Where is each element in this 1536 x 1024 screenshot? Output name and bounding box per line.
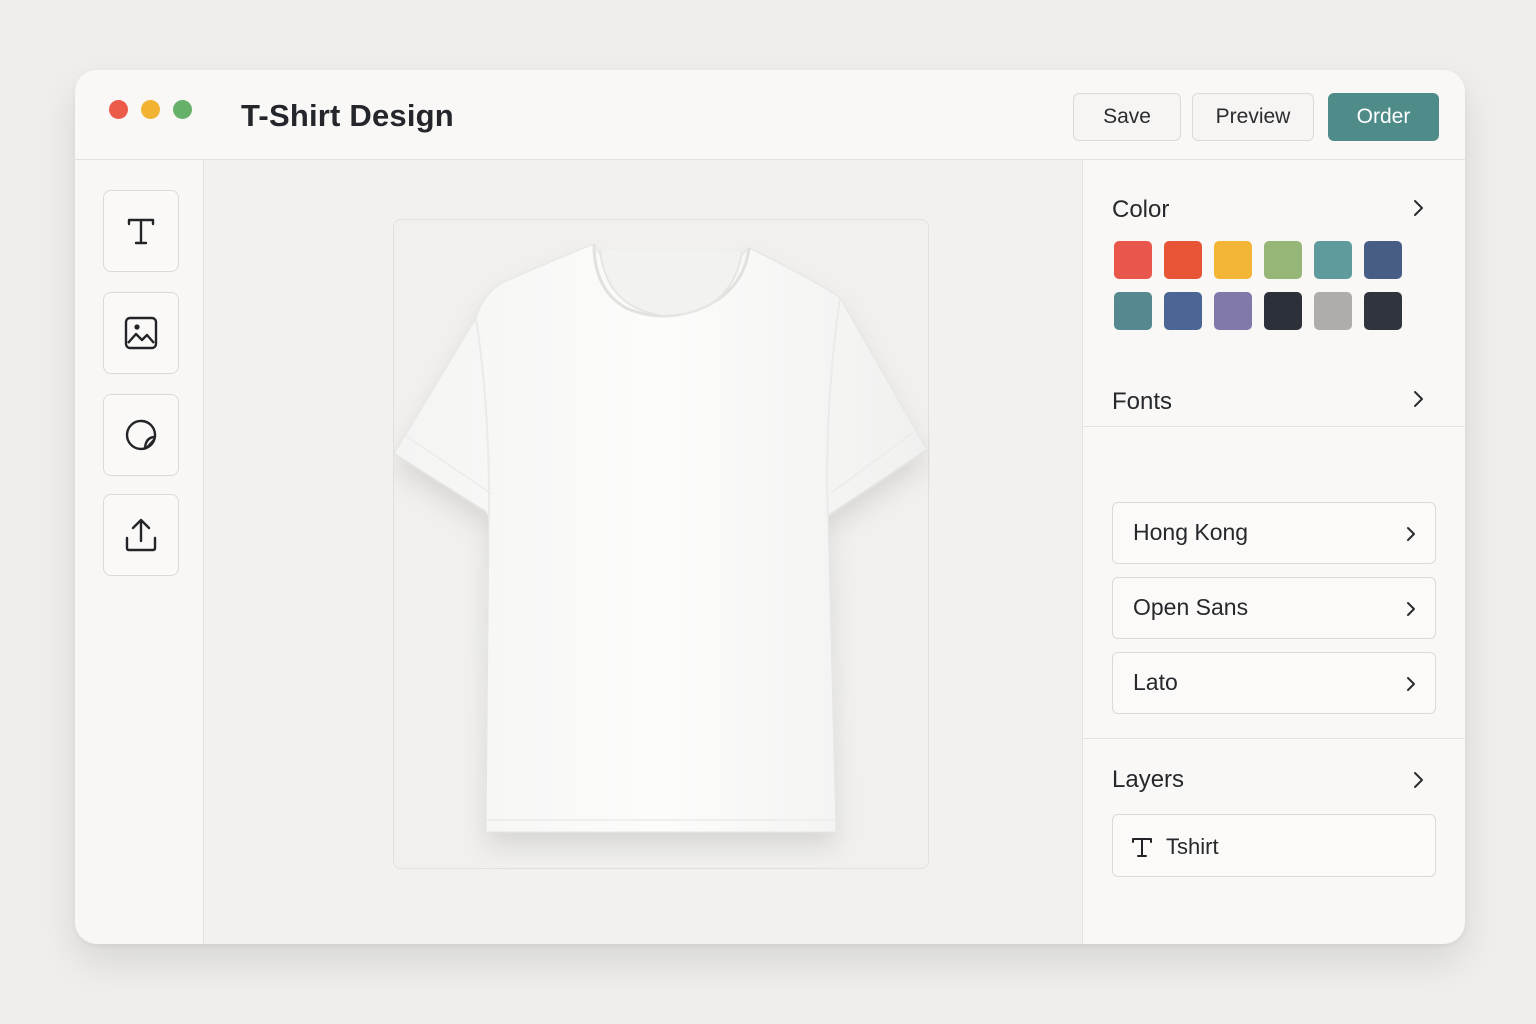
chevron-right-icon	[1407, 527, 1415, 541]
color-swatch[interactable]	[1164, 292, 1202, 330]
layer-item-tshirt[interactable]: Tshirt	[1112, 814, 1436, 877]
app-window: T-Shirt Design Save Preview Order Color …	[75, 70, 1465, 944]
maximize-window-button[interactable]	[173, 100, 192, 119]
artboard[interactable]	[393, 219, 929, 869]
font-item-lato[interactable]: Lato	[1112, 652, 1436, 714]
font-item-label: Open Sans	[1133, 594, 1249, 620]
color-swatch[interactable]	[1214, 292, 1252, 330]
color-swatch[interactable]	[1314, 292, 1352, 330]
upload-tool-button[interactable]	[103, 494, 179, 576]
minimize-window-button[interactable]	[141, 100, 160, 119]
layer-item-label: Tshirt	[1166, 834, 1219, 859]
preview-button[interactable]: Preview	[1192, 93, 1314, 141]
fonts-section-title: Fonts	[1112, 388, 1173, 415]
color-swatch[interactable]	[1264, 241, 1302, 279]
chevron-right-icon	[1407, 677, 1415, 691]
color-swatch[interactable]	[1264, 292, 1302, 330]
text-icon	[127, 218, 155, 245]
tshirt-image[interactable]	[394, 220, 930, 870]
layers-expand-chevron-icon[interactable]	[1408, 770, 1428, 790]
color-swatch[interactable]	[1114, 292, 1152, 330]
chevron-right-icon	[1407, 602, 1415, 616]
text-tool-button[interactable]	[103, 190, 179, 272]
order-button[interactable]: Order	[1328, 93, 1439, 141]
divider	[1083, 426, 1465, 427]
title-bar: T-Shirt Design Save Preview Order	[75, 70, 1465, 160]
font-item-hong-kong[interactable]: Hong Kong	[1112, 502, 1436, 564]
save-button[interactable]: Save	[1073, 93, 1181, 141]
image-icon	[124, 316, 158, 350]
image-tool-button[interactable]	[103, 292, 179, 374]
divider	[1083, 738, 1465, 739]
page-title: T-Shirt Design	[241, 98, 454, 133]
color-swatch[interactable]	[1214, 241, 1252, 279]
upload-icon	[125, 518, 157, 552]
font-item-label: Hong Kong	[1133, 519, 1249, 545]
properties-panel: Color Fonts Hong Kong Open Sans Lato Lay…	[1082, 160, 1465, 944]
color-swatch[interactable]	[1164, 241, 1202, 279]
color-swatch[interactable]	[1364, 292, 1402, 330]
fonts-expand-chevron-icon[interactable]	[1408, 389, 1428, 409]
color-swatch[interactable]	[1114, 241, 1152, 279]
color-section-title: Color	[1112, 196, 1170, 223]
font-item-label: Lato	[1133, 669, 1178, 695]
close-window-button[interactable]	[109, 100, 128, 119]
text-icon	[1132, 838, 1152, 857]
layers-section-title: Layers	[1112, 766, 1185, 793]
color-swatch[interactable]	[1314, 241, 1352, 279]
sticker-icon	[125, 419, 157, 451]
color-swatch[interactable]	[1364, 241, 1402, 279]
color-expand-chevron-icon[interactable]	[1408, 198, 1428, 218]
sticker-tool-button[interactable]	[103, 394, 179, 476]
tool-sidebar	[75, 160, 204, 944]
design-canvas[interactable]	[204, 160, 1082, 944]
font-item-open-sans[interactable]: Open Sans	[1112, 577, 1436, 639]
